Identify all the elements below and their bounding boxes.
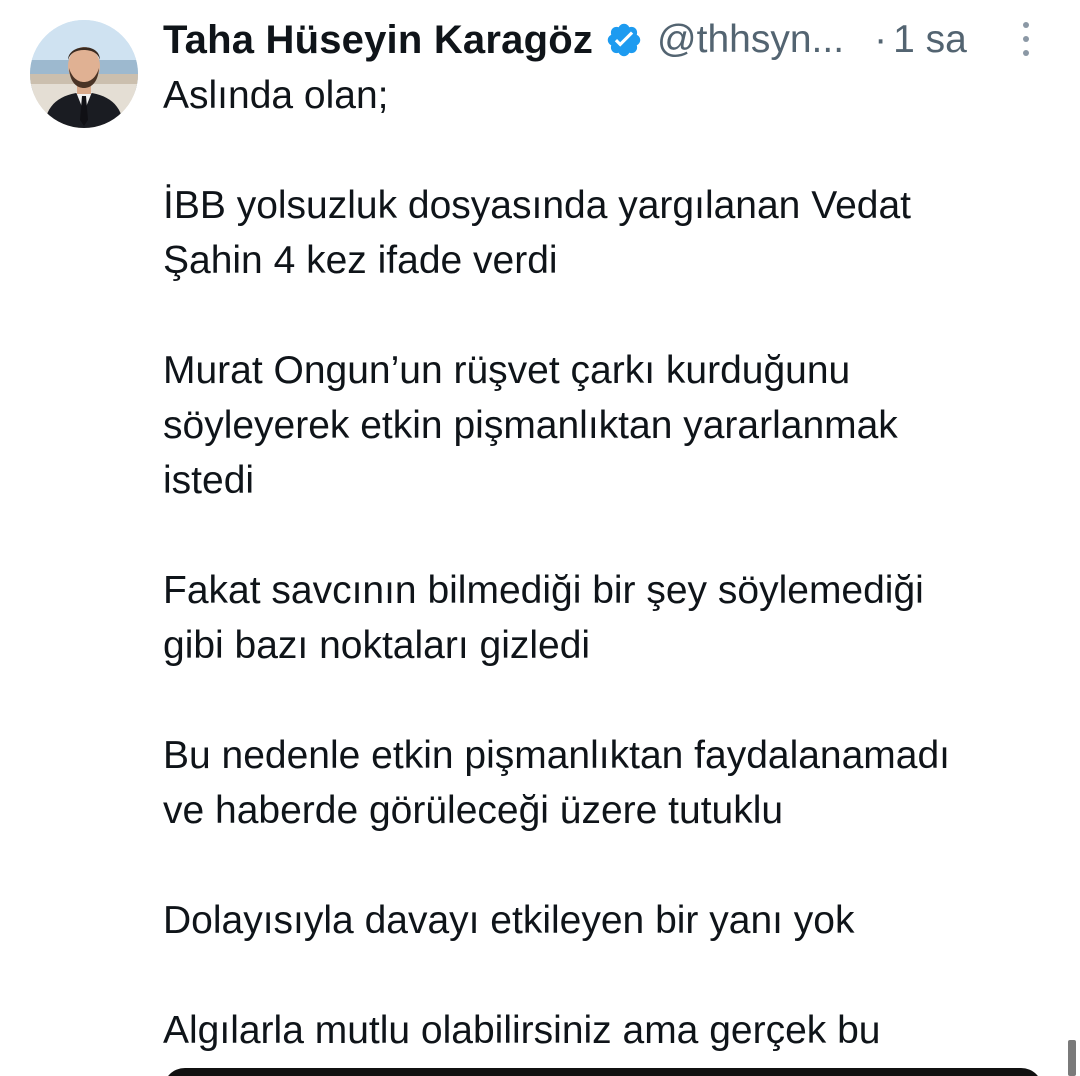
tweet-paragraph: Aslında olan; <box>163 74 389 117</box>
scrollbar[interactable] <box>1068 1040 1076 1076</box>
tweet-paragraph: Algılarla mutlu olabilirsiniz ama gerçek… <box>163 1009 881 1052</box>
tweet-paragraph: Dolayısıyla davayı etkileyen bir yanı yo… <box>163 899 855 942</box>
tweet-timestamp[interactable]: 1 sa <box>893 18 967 62</box>
author-name[interactable]: Taha Hüseyin Karagöz <box>163 18 593 63</box>
avatar[interactable] <box>30 20 138 128</box>
tweet-header: Taha Hüseyin Karagöz @thhsyn... · 1 sa <box>163 14 1063 66</box>
meta-separator: · <box>874 18 888 61</box>
media-preview[interactable] <box>163 1068 1043 1076</box>
tweet-text: Aslında olan; İBB yolsuzluk dosyasında y… <box>163 68 1063 1076</box>
verified-badge-icon <box>605 21 643 59</box>
tweet-paragraph: Fakat savcının bilmediği bir şey söyleme… <box>163 569 924 667</box>
tweet-paragraph: İBB yolsuzluk dosyasında yargılanan Veda… <box>163 184 911 282</box>
more-options-icon[interactable] <box>1014 22 1038 64</box>
tweet-paragraph: Murat Ongun’un rüşvet çarkı kurduğunu sö… <box>163 349 898 502</box>
tweet-paragraph: Bu nedenle etkin pişmanlıktan faydalanam… <box>163 734 951 832</box>
author-handle[interactable]: @thhsyn... <box>657 18 844 62</box>
tweet[interactable]: Taha Hüseyin Karagöz @thhsyn... · 1 sa A… <box>0 0 1080 1076</box>
